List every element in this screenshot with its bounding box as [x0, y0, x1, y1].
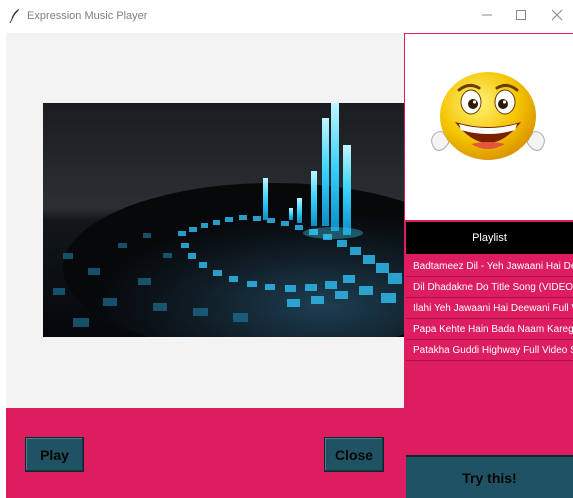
- title-bar: Expression Music Player: [0, 0, 573, 33]
- playlist-item[interactable]: Papa Kehte Hain Bada Naam Karega: [406, 319, 573, 340]
- window-title: Expression Music Player: [27, 10, 148, 22]
- close-window-button[interactable]: [544, 6, 570, 26]
- feather-icon: [9, 9, 19, 23]
- maximize-button[interactable]: [508, 6, 534, 26]
- playlist-item[interactable]: Ilahi Yeh Jawaani Hai Deewani Full Video: [406, 298, 573, 319]
- try-this-button[interactable]: Try this!: [406, 455, 573, 498]
- video-display[interactable]: [43, 103, 404, 337]
- playlist-item[interactable]: Badtameez Dil - Yeh Jawaani Hai Deewani: [406, 256, 573, 277]
- emotion-display: [404, 33, 573, 220]
- minimize-button[interactable]: [474, 6, 500, 26]
- smiley-face-icon: [431, 72, 545, 160]
- minimize-icon: [482, 14, 492, 16]
- maximize-icon: [516, 10, 526, 20]
- playlist-item[interactable]: Dil Dhadakne Do Title Song (VIDEO): [406, 277, 573, 298]
- playlist: Badtameez Dil - Yeh Jawaani Hai Deewani …: [406, 256, 573, 361]
- playlist-header: Playlist: [406, 222, 573, 254]
- play-button[interactable]: Play: [25, 437, 84, 472]
- playlist-item[interactable]: Patakha Guddi Highway Full Video Song: [406, 340, 573, 361]
- close-button[interactable]: Close: [324, 437, 384, 472]
- visualizer-image: [43, 103, 404, 337]
- close-icon: [551, 9, 563, 21]
